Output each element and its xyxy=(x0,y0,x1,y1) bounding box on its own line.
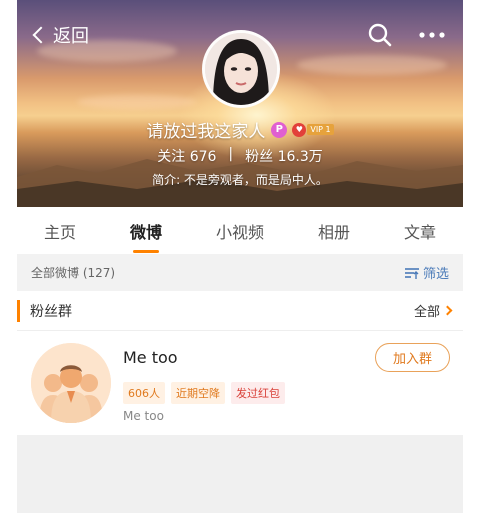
back-chevron-icon xyxy=(32,26,50,44)
profile-bio: 简介: 不是旁观者，而是局中人。 xyxy=(152,173,328,187)
tab-short-video[interactable]: 小视频 xyxy=(212,213,268,249)
more-icon[interactable] xyxy=(417,22,447,48)
profile-stats: 关注 676 | 粉丝 16.3万 xyxy=(17,146,463,166)
section-accent-bar xyxy=(17,299,20,322)
tab-home[interactable]: 主页 xyxy=(40,213,80,249)
chevron-right-icon xyxy=(442,305,453,316)
weibo-filter-bar: 全部微博 (127) 筛选 xyxy=(17,254,463,291)
profile-avatar[interactable] xyxy=(202,30,280,108)
fans-stat[interactable]: 粉丝 16.3万 xyxy=(245,146,323,166)
search-icon[interactable] xyxy=(367,22,393,48)
back-label: 返回 xyxy=(53,26,89,47)
following-stat[interactable]: 关注 676 xyxy=(157,146,216,166)
following-label: 关注 xyxy=(157,149,186,165)
profile-name-row: 请放过我这家人 P ♥ VIP 1 xyxy=(17,117,463,142)
filter-icon xyxy=(404,267,419,279)
vip-level-label: VIP 1 xyxy=(307,124,334,135)
vip-badge[interactable]: ♥ VIP 1 xyxy=(292,122,334,137)
group-name: Me too xyxy=(123,348,178,367)
tab-weibo[interactable]: 微博 xyxy=(126,213,166,253)
profile-tabs: 主页 微博 小视频 相册 文章 xyxy=(17,207,463,254)
following-count: 676 xyxy=(189,149,217,165)
group-tags: 606人 近期空降 发过红包 xyxy=(123,382,291,404)
heart-icon: ♥ xyxy=(292,122,307,137)
avatar-portrait-image xyxy=(205,33,277,105)
recent-airdrop-tag: 近期空降 xyxy=(171,382,225,404)
red-packet-tag: 发过红包 xyxy=(231,382,285,404)
tab-articles[interactable]: 文章 xyxy=(400,213,440,249)
empty-content-area xyxy=(17,435,463,513)
profile-name: 请放过我这家人 xyxy=(146,122,266,142)
fan-group-all-link[interactable]: 全部 xyxy=(413,301,453,320)
filter-button[interactable]: 筛选 xyxy=(404,263,449,282)
join-group-button[interactable]: 加入群 xyxy=(375,343,450,372)
filter-label: 筛选 xyxy=(422,267,449,282)
all-weibo-count[interactable]: 全部微博 (127) xyxy=(31,264,115,281)
all-link-label: 全部 xyxy=(413,305,440,320)
group-avatar xyxy=(31,343,111,423)
p-badge-icon[interactable]: P xyxy=(271,121,288,138)
fans-label: 粉丝 xyxy=(245,149,274,165)
fan-group-title-text: 粉丝群 xyxy=(30,303,72,320)
stat-divider: | xyxy=(228,146,234,162)
group-people-icon xyxy=(31,343,111,423)
cloud xyxy=(297,55,447,75)
fan-group-title: 粉丝群 xyxy=(17,299,72,322)
back-button[interactable]: 返回 xyxy=(31,22,89,48)
profile-screen: 返回 请放过我这家人 P ♥ VIP 1 关注 676 | 粉丝 16.3万 简… xyxy=(17,0,463,513)
fan-group-card[interactable]: Me too 606人 近期空降 发过红包 Me too 加入群 xyxy=(17,331,463,435)
fans-count: 16.3万 xyxy=(277,149,323,165)
group-description: Me too xyxy=(123,409,164,423)
profile-header: 返回 请放过我这家人 P ♥ VIP 1 关注 676 | 粉丝 16.3万 简… xyxy=(17,0,463,207)
tab-album[interactable]: 相册 xyxy=(314,213,354,249)
member-count-tag: 606人 xyxy=(123,382,165,404)
fan-group-section-header: 粉丝群 全部 xyxy=(17,291,463,331)
